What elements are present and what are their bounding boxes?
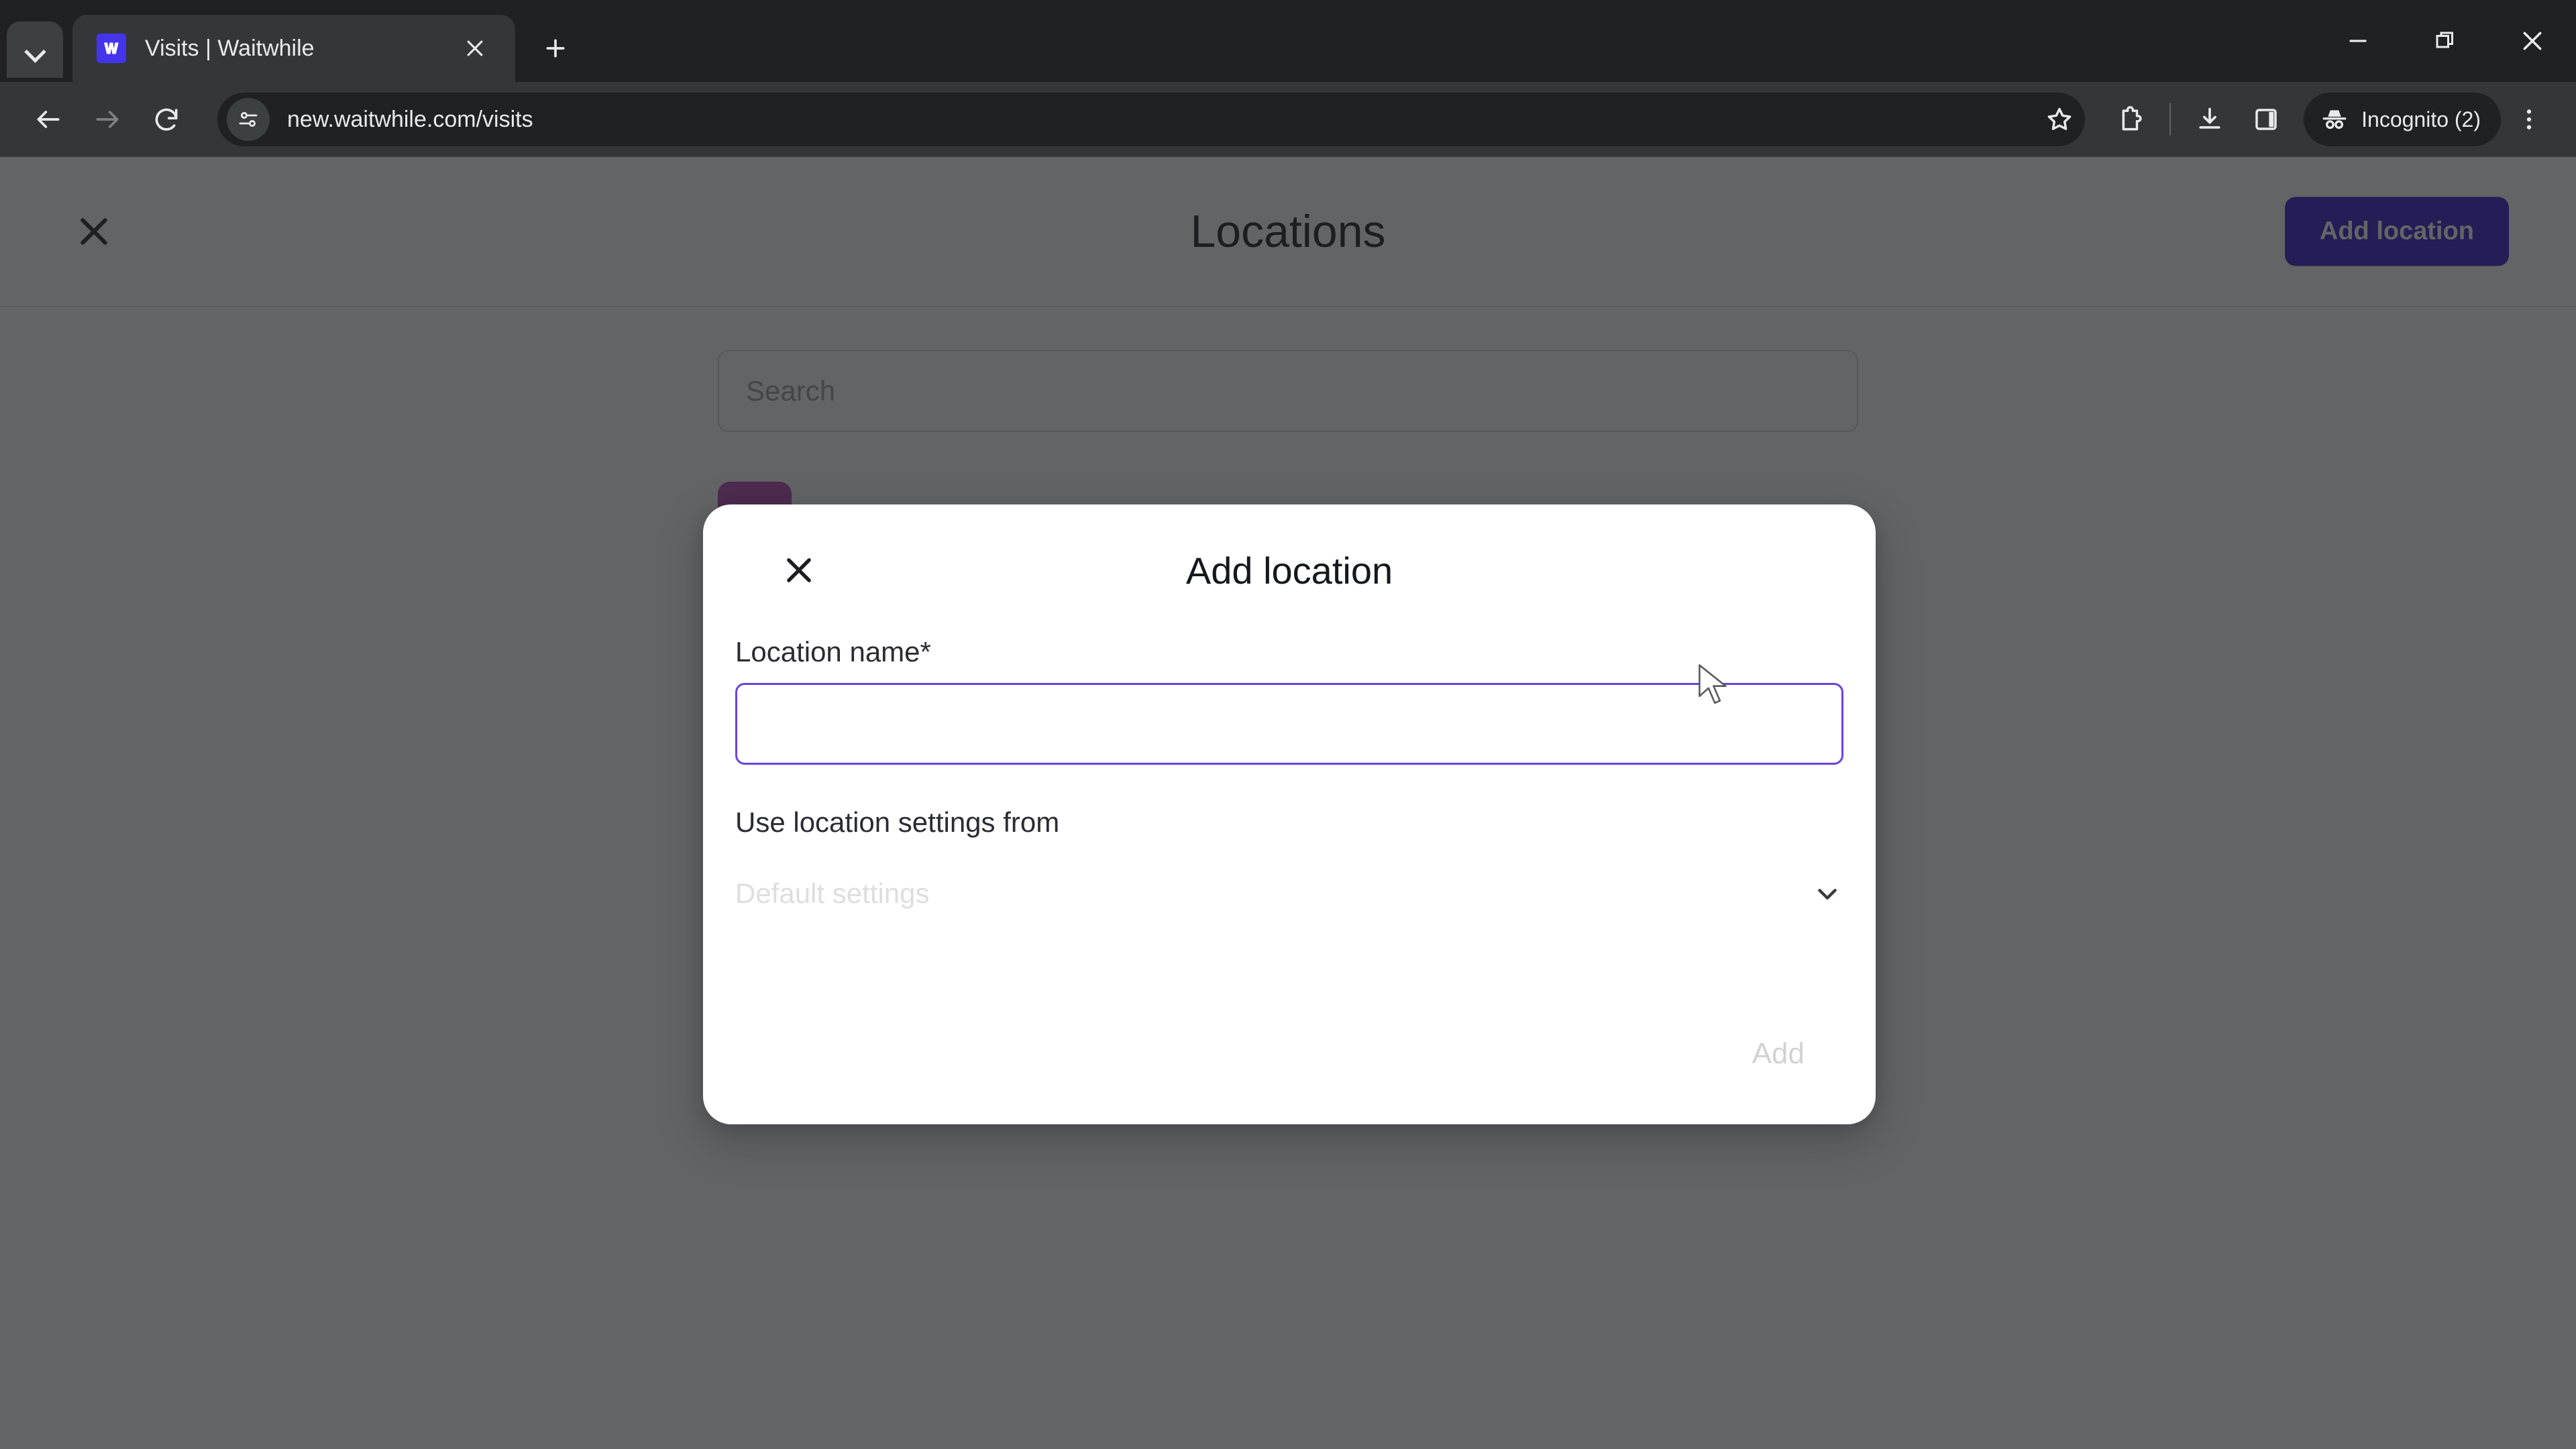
dialog-add-button[interactable]: Add [1740,1028,1817,1080]
window-close-button[interactable] [2489,0,2576,82]
tab-strip: Visits | Waitwhile [0,0,2576,82]
add-location-button[interactable]: Add location [2284,197,2509,266]
location-name-label: Location name* [735,636,1843,668]
url-text: new.waitwhile.com/visits [287,106,533,132]
search-placeholder: Search [746,375,836,407]
maximize-restore-icon [2436,32,2453,48]
minimize-icon [2349,40,2367,42]
tab-title: Visits | Waitwhile [145,35,315,61]
browser-window: Visits | Waitwhile new.waitwhile.com/vis… [0,0,2576,1449]
address-bar[interactable]: new.waitwhile.com/visits [217,93,2086,146]
page-title: Locations [1190,206,1386,257]
dialog-body: Location name* Use location settings fro… [703,636,1876,934]
location-name-label-text: Location name [735,636,920,667]
location-name-input[interactable] [735,683,1843,765]
arrow-right-icon [96,111,119,128]
close-icon [2523,32,2542,50]
downloads-button[interactable] [2182,91,2238,148]
reload-button[interactable] [137,90,196,149]
dialog-header: Add location [703,504,1876,636]
forward-button[interactable] [78,90,137,149]
required-marker: * [920,636,931,667]
incognito-indicator[interactable]: Incognito (2) [2304,93,2501,146]
tab-close-button[interactable] [456,30,494,67]
settings-from-value: Default settings [735,877,930,909]
dialog-footer: Add [703,983,1876,1124]
chevron-down-icon [25,44,45,55]
browser-toolbar: new.waitwhile.com/visits Incognito (2) [0,82,2576,157]
search-input[interactable]: Search [718,350,1858,432]
new-tab-button[interactable] [530,23,581,74]
dialog-close-button[interactable] [773,544,825,596]
settings-from-label: Use location settings from [735,806,1060,838]
three-dots-vertical-icon [2526,109,2532,129]
back-button[interactable] [19,90,78,149]
browser-tab[interactable]: Visits | Waitwhile [72,15,515,82]
chevron-down-icon [1811,877,1843,910]
download-icon [2199,107,2220,129]
bookmark-button[interactable] [2033,93,2086,146]
waitwhile-logo-icon [97,34,126,63]
window-controls [2314,0,2576,82]
dialog-title: Add location [1185,549,1393,592]
extensions-button[interactable] [2102,91,2159,148]
settings-from-select[interactable]: Default settings [735,853,1843,934]
incognito-hat-icon [2322,110,2347,129]
window-maximize-button[interactable] [2402,0,2489,82]
plus-icon [546,39,565,58]
page-header: Locations Add location [0,157,2576,307]
extensions-puzzle-icon [2122,106,2142,131]
reload-icon [155,108,178,131]
window-minimize-button[interactable] [2314,0,2402,82]
incognito-label: Incognito (2) [2361,107,2481,131]
add-location-dialog: Add location Location name* Use location… [703,504,1876,1124]
tab-search-button[interactable] [7,21,63,78]
browser-menu-button[interactable] [2501,91,2557,148]
arrow-left-icon [37,111,60,128]
close-icon [787,558,811,582]
toolbar-divider [2169,103,2171,136]
star-icon [2047,107,2072,130]
side-panel-button[interactable] [2238,91,2294,148]
tune-sliders-icon[interactable] [227,98,270,141]
side-panel-icon [2255,109,2277,130]
